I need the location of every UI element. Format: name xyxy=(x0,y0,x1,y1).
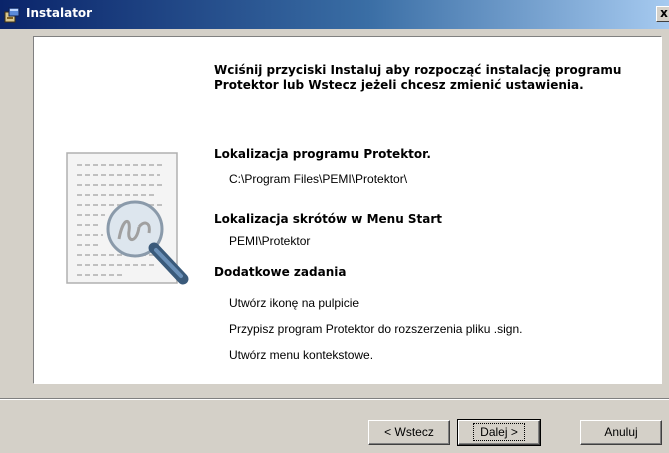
task-item: Przypisz program Protektor do rozszerzen… xyxy=(229,322,523,336)
location-heading: Lokalizacja programu Protektor. xyxy=(214,147,431,161)
installer-icon xyxy=(4,7,20,23)
window-title: Instalator xyxy=(26,6,93,20)
cancel-button-label: Anuluj xyxy=(604,425,638,439)
shortcuts-value: PEMI\Protektor xyxy=(229,234,311,248)
location-value: C:\Program Files\PEMI\Protektor\ xyxy=(229,172,408,186)
footer-separator xyxy=(0,398,669,400)
back-button-label: < Wstecz xyxy=(384,425,434,439)
next-button-label: Dalej > xyxy=(473,423,525,441)
title-bar: Instalator x xyxy=(0,0,669,29)
task-item: Utwórz menu kontekstowe. xyxy=(229,348,374,362)
shortcuts-heading: Lokalizacja skrótów w Menu Start xyxy=(214,212,443,226)
intro-text: Wciśnij przyciski Instaluj aby rozpocząć… xyxy=(214,63,622,92)
next-button[interactable]: Dalej > xyxy=(457,419,541,446)
summary-panel: Wciśnij przyciski Instaluj aby rozpocząć… xyxy=(33,36,662,384)
back-button[interactable]: < Wstecz xyxy=(368,420,450,445)
task-item: Utwórz ikonę na pulpicie xyxy=(229,296,360,310)
cancel-button[interactable]: Anuluj xyxy=(580,420,662,445)
document-magnifier-icon xyxy=(66,152,189,285)
tasks-heading: Dodatkowe zadania xyxy=(214,265,347,279)
close-button[interactable]: x xyxy=(656,6,669,22)
